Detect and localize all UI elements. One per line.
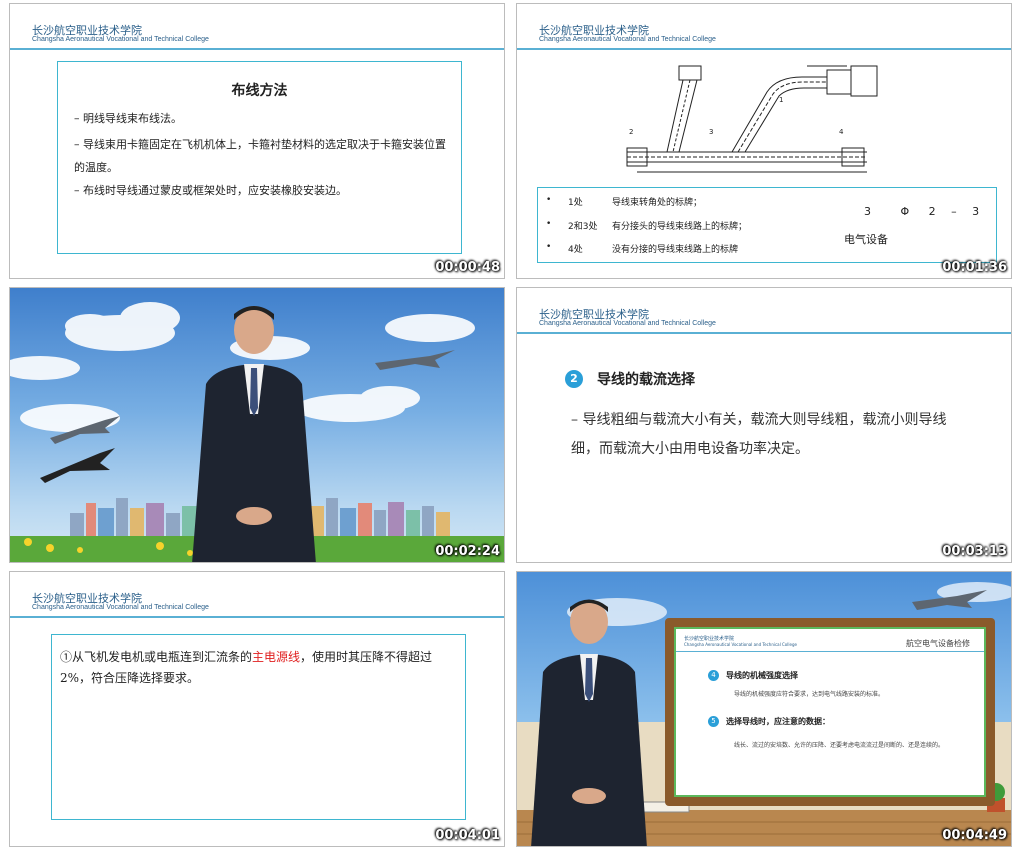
section-body: – 导线粗细与载流大小有关，载流大则导线粗，载流小则导线细，而载流大小由用电设备… [571,412,947,457]
slide-header: 长沙航空职业技术学院 Changsha Aeronautical Vocatio… [10,4,504,52]
board-college-en: Changsha Aeronautical Vocational and Tec… [684,642,797,647]
legend-desc: 没有分接的导线束线路上的标牌 [612,245,739,255]
bullet-item-1: – 明线导线束布线法。 [74,112,182,125]
content-box: ①从飞机发电机或电瓶连到汇流条的主电源线，使用时其压降不得超过2%，符合压降选择… [51,634,466,820]
stealth-jet-icon [40,448,115,483]
timestamp: 00:01:36 [942,260,1007,275]
chalkboard: 长沙航空职业技术学院 Changsha Aeronautical Vocatio… [665,618,995,806]
section-body: 线长、流过的安培数、允许的压降、还要考虑电流流过是间断的、还是连续的。 [734,742,945,749]
header-divider [517,332,1011,334]
legend-box: • 1处 导线束转角处的标牌； • 2和3处 有分接头的导线束线路上的标牌； •… [537,187,997,263]
college-name-en: Changsha Aeronautical Vocational and Tec… [32,604,209,611]
wire-harness-diagram: 1 2 3 4 [626,65,878,173]
callout-4: 4 [839,128,844,136]
legend-desc: 有分接头的导线束线路上的标牌； [612,222,748,232]
legend-row-2: • 2和3处 有分接头的导线束线路上的标牌； [546,219,748,232]
legend-row-3: • 4处 没有分接的导线束线路上的标牌 [546,242,739,255]
college-name-en: Changsha Aeronautical Vocational and Tec… [32,36,209,43]
timestamp: 00:00:48 [435,260,500,275]
section-body: 导线的机械强度应符合要求，达到电气线路安装的标准。 [734,691,885,698]
timestamp: 00:04:49 [942,828,1007,843]
timestamp: 00:03:13 [942,544,1007,559]
legend-row-1: • 1处 导线束转角处的标牌； [546,195,703,208]
header-divider [10,616,504,618]
section-heading: 导线的机械强度选择 [726,670,798,680]
bullet-item-3: – 布线时导线通过蒙皮或框架处时，应安装橡胶安装边。 [74,184,347,197]
presenter [192,306,316,562]
legend-num: 2和3处 [568,222,598,232]
video-thumbnail-5[interactable]: 长沙航空职业技术学院 Changsha Aeronautical Vocatio… [9,571,505,847]
legend-num: 4处 [568,245,583,255]
timestamp: 00:02:24 [435,544,500,559]
board-college-name: 长沙航空职业技术学院 [684,636,735,642]
slide-title: 布线方法 [231,83,288,99]
video-thumbnail-1[interactable]: 长沙航空职业技术学院 Changsha Aeronautical Vocatio… [9,3,505,279]
slide-header: 长沙航空职业技术学院 Changsha Aeronautical Vocatio… [517,4,1011,52]
section-number-badge: 5 [708,716,719,727]
slide-header: 长沙航空职业技术学院 Changsha Aeronautical Vocatio… [517,288,1011,336]
college-name-en: Changsha Aeronautical Vocational and Tec… [539,320,716,327]
callout-1: 1 [779,96,783,104]
board-divider [676,651,984,652]
board-slide: 长沙航空职业技术学院 Changsha Aeronautical Vocatio… [674,627,986,797]
presenter [531,599,647,846]
bullet-item-2: – 导线束用卡箍固定在飞机机体上，卡箍衬垫材料的选定取决于卡箍安装位置的温度。 [74,138,446,174]
section-heading: 选择导线时，应注意的数据： [726,716,830,726]
board-title: 航空电气设备检修 [906,639,970,648]
section-number-badge: 2 [565,370,583,388]
header-divider [10,48,504,50]
highlight-text: 主电源线 [252,650,301,664]
college-name-en: Changsha Aeronautical Vocational and Tec… [539,36,716,43]
wire-code: 3 Φ 2 – 3 [864,205,980,218]
section-heading: 导线的载流选择 [597,372,695,388]
timestamp: 00:04:01 [435,828,500,843]
video-thumbnail-6[interactable]: 长沙航空职业技术学院 Changsha Aeronautical Vocatio… [516,571,1012,847]
device-label: 电气设备 [844,233,888,246]
callout-3: 3 [709,128,713,136]
callout-2: 2 [629,128,633,136]
header-divider [517,48,1011,50]
legend-num: 1处 [568,198,583,208]
video-thumbnail-3[interactable]: 00:02:24 [9,287,505,563]
content-box: 布线方法 – 明线导线束布线法。 – 导线束用卡箍固定在飞机机体上，卡箍衬垫材料… [57,61,462,254]
legend-desc: 导线束转角处的标牌； [612,198,703,208]
section-number-badge: 4 [708,670,719,681]
slide-header: 长沙航空职业技术学院 Changsha Aeronautical Vocatio… [10,572,504,620]
video-thumbnail-4[interactable]: 长沙航空职业技术学院 Changsha Aeronautical Vocatio… [516,287,1012,563]
video-thumbnail-2[interactable]: 长沙航空职业技术学院 Changsha Aeronautical Vocatio… [516,3,1012,279]
note-text: ①从飞机发电机或电瓶连到汇流条的主电源线，使用时其压降不得超过2%，符合压降选择… [60,650,433,685]
